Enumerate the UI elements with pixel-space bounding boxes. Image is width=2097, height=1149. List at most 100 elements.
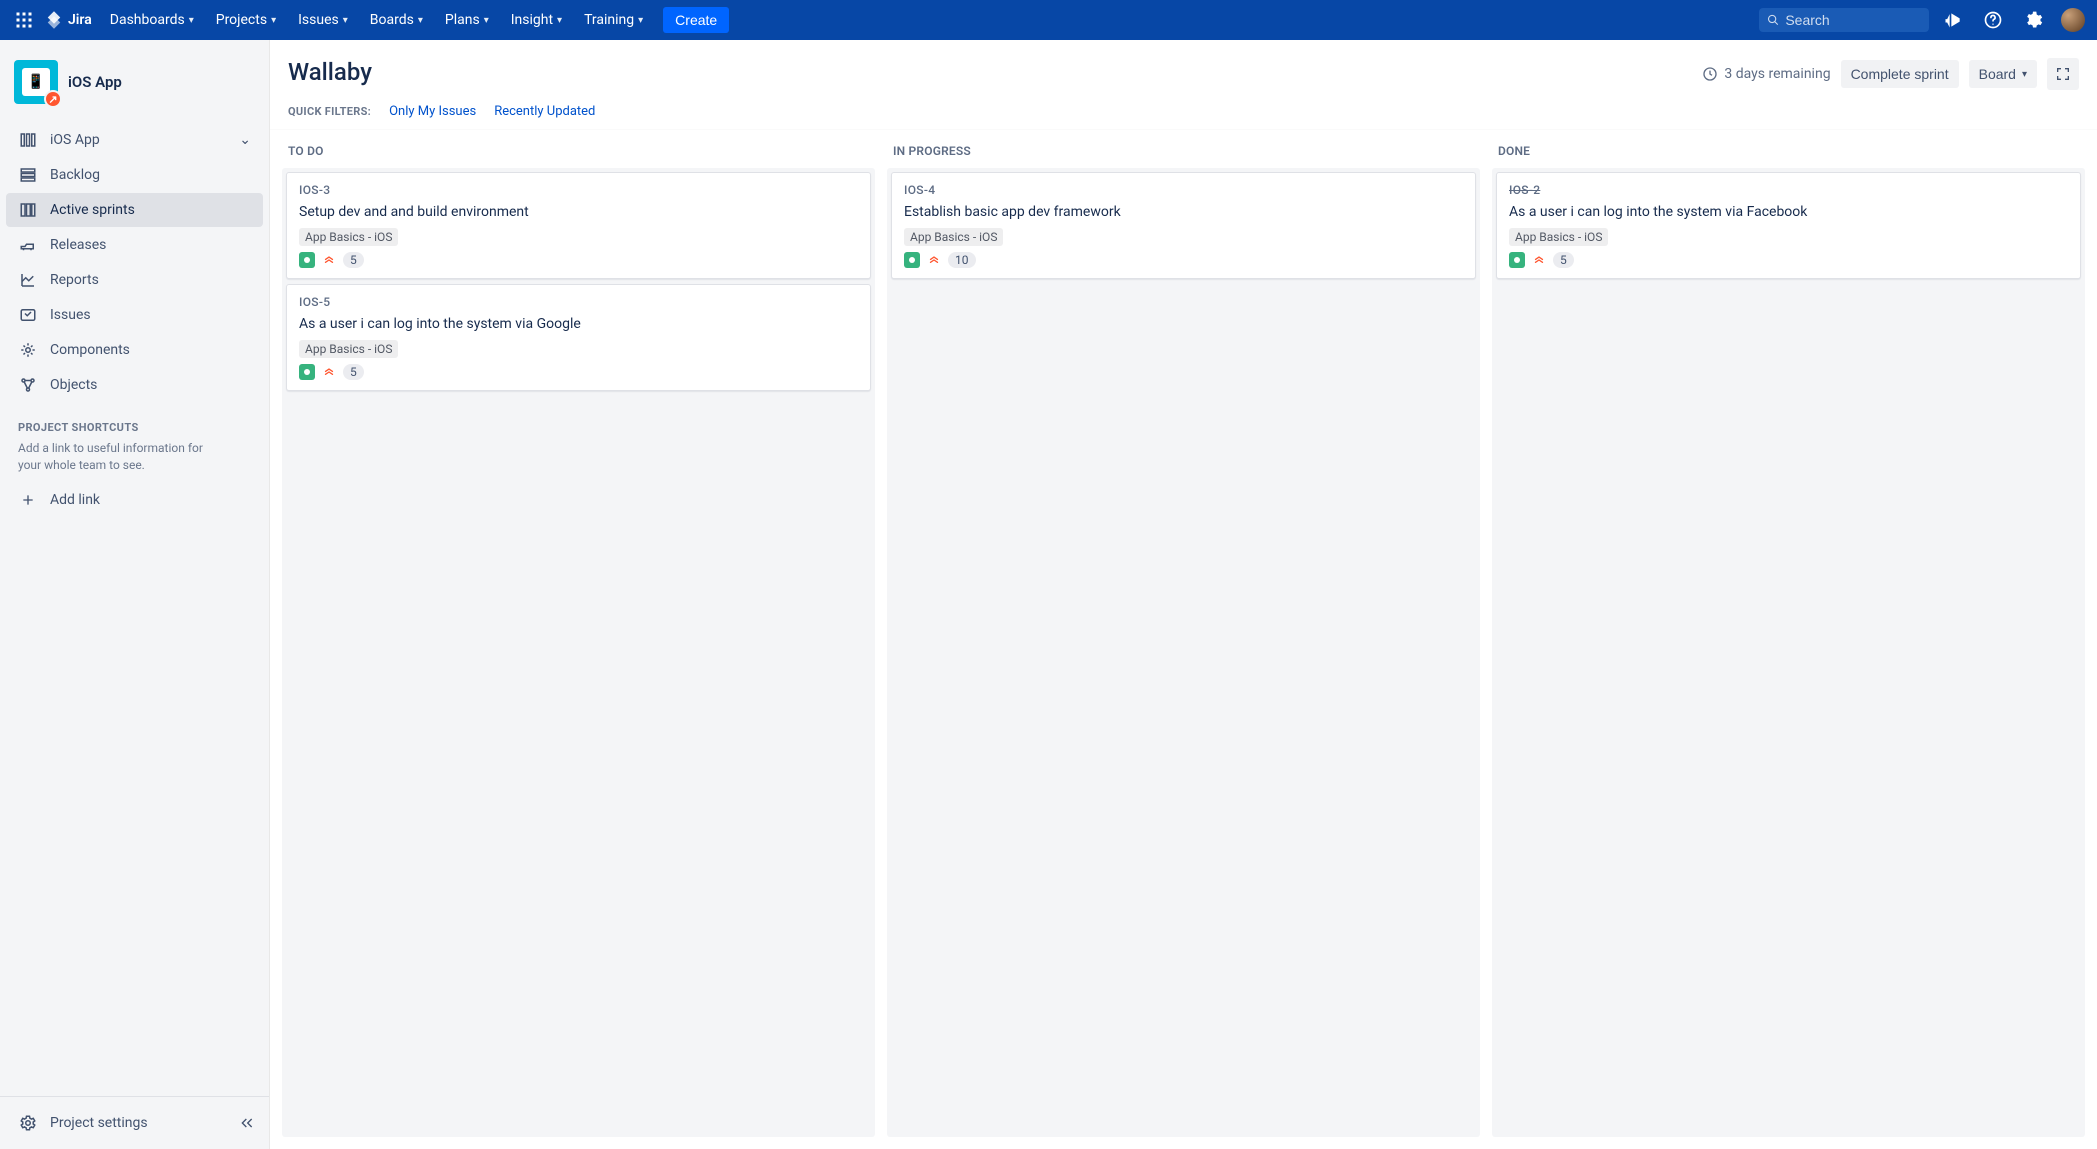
sidebar-item-components[interactable]: Components	[6, 333, 263, 367]
help-icon[interactable]	[1977, 4, 2009, 36]
sidebar-item-label: Releases	[50, 237, 106, 253]
story-type-icon	[299, 364, 315, 380]
settings-icon[interactable]	[2017, 4, 2049, 36]
board-menu-button[interactable]: Board ▾	[1969, 60, 2037, 88]
board-icon	[18, 130, 38, 150]
add-link-label: Add link	[50, 492, 100, 508]
issue-summary: As a user i can log into the system via …	[299, 315, 858, 334]
estimate-badge: 5	[343, 364, 364, 380]
epic-badge[interactable]: App Basics - iOS	[299, 228, 398, 246]
project-settings-button[interactable]: Project settings	[6, 1106, 231, 1140]
chevron-down-icon: ▾	[189, 15, 194, 26]
chevron-down-icon: ▾	[271, 15, 276, 26]
column-header: DONE	[1492, 138, 2085, 168]
sidebar-item-label: Backlog	[50, 167, 100, 183]
column-cards[interactable]: IOS-3 Setup dev and and build environment…	[282, 168, 875, 1137]
sidebar-item-label: Components	[50, 342, 130, 358]
column-header: TO DO	[282, 138, 875, 168]
search-box[interactable]	[1759, 8, 1929, 32]
column-cards[interactable]: IOS-4 Establish basic app dev framework Ap…	[887, 168, 1480, 1137]
board-column: IN PROGRESSIOS-4Establish basic app dev …	[887, 130, 1480, 1137]
estimate-badge: 5	[1553, 252, 1574, 268]
issue-key: IOS-3	[299, 183, 858, 197]
priority-high-icon	[1531, 252, 1547, 268]
complete-sprint-button[interactable]: Complete sprint	[1841, 60, 1959, 88]
issue-card[interactable]: IOS-5As a user i can log into the system…	[286, 284, 871, 391]
objects-icon	[18, 375, 38, 395]
collapse-sidebar-button[interactable]	[231, 1107, 263, 1139]
epic-badge[interactable]: App Basics - iOS	[904, 228, 1003, 246]
jira-logo[interactable]: Jira	[44, 10, 92, 30]
priority-high-icon	[321, 252, 337, 268]
epic-badge[interactable]: App Basics - iOS	[1509, 228, 1608, 246]
components-icon	[18, 340, 38, 360]
nav-projects[interactable]: Projects▾	[206, 6, 286, 34]
chevron-down-icon: ▾	[557, 15, 562, 26]
story-type-icon	[299, 252, 315, 268]
chevron-down-icon: ▾	[638, 15, 643, 26]
issue-card[interactable]: IOS-4 Establish basic app dev framework Ap…	[891, 172, 1476, 279]
nav-issues[interactable]: Issues▾	[288, 6, 358, 34]
nav-dashboards[interactable]: Dashboards▾	[100, 6, 204, 34]
issue-card[interactable]: IOS-3 Setup dev and and build environment…	[286, 172, 871, 279]
sidebar-item-active-sprints[interactable]: Active sprints	[6, 193, 263, 227]
backlog-icon	[18, 165, 38, 185]
board-columns: TO DO IOS-3 Setup dev and and build enviro…	[270, 130, 2097, 1149]
nav-training[interactable]: Training▾	[574, 6, 653, 34]
profile-avatar[interactable]	[2057, 4, 2089, 36]
feedback-icon[interactable]	[1937, 4, 1969, 36]
board-main: Wallaby 3 days remaining Complete sprint…	[270, 40, 2097, 1149]
issues-icon	[18, 305, 38, 325]
filters-label: QUICK FILTERS:	[288, 105, 371, 118]
fullscreen-button[interactable]	[2047, 58, 2079, 90]
create-button[interactable]: Create	[663, 7, 729, 33]
nav-boards[interactable]: Boards▾	[360, 6, 433, 34]
add-link-button[interactable]: Add link	[6, 483, 263, 517]
sidebar-item-releases[interactable]: Releases	[6, 228, 263, 262]
board-column: TO DO IOS-3 Setup dev and and build enviro…	[282, 130, 875, 1137]
nav-items: Dashboards▾ Projects▾ Issues▾ Boards▾ Pl…	[100, 6, 729, 34]
product-name: Jira	[68, 12, 92, 28]
nav-insight[interactable]: Insight▾	[501, 6, 572, 34]
project-settings-label: Project settings	[50, 1115, 148, 1131]
plus-icon	[18, 490, 38, 510]
issue-summary: Setup dev and and build environment	[299, 203, 858, 222]
filter-recently-updated[interactable]: Recently Updated	[494, 104, 595, 119]
chevron-down-icon: ⌄	[239, 132, 251, 148]
sidebar-item-label: Active sprints	[50, 202, 135, 218]
issue-summary: As a user i can log into the system via …	[1509, 203, 2068, 222]
sidebar-item-issues[interactable]: Issues	[6, 298, 263, 332]
issue-meta: 5	[299, 364, 858, 380]
story-type-icon	[1509, 252, 1525, 268]
sidebar-item-label: Issues	[50, 307, 91, 323]
sidebar-item-backlog[interactable]: Backlog	[6, 158, 263, 192]
app-switcher-icon[interactable]	[8, 4, 40, 36]
project-type-badge: ↗	[44, 90, 62, 108]
priority-high-icon	[926, 252, 942, 268]
top-nav: Jira Dashboards▾ Projects▾ Issues▾ Board…	[0, 0, 2097, 40]
issue-key: IOS-4	[904, 183, 1463, 197]
search-icon	[1767, 13, 1779, 27]
chevron-down-icon: ▾	[484, 15, 489, 26]
nav-plans[interactable]: Plans▾	[435, 6, 499, 34]
column-cards[interactable]: IOS-2As a user i can log into the system…	[1492, 168, 2085, 1137]
sidebar: 📱 ↗ iOS App iOS App ⌄ Backlog Active spr…	[0, 40, 270, 1149]
sidebar-item-objects[interactable]: Objects	[6, 368, 263, 402]
story-type-icon	[904, 252, 920, 268]
clock-icon	[1702, 66, 1718, 82]
releases-icon	[18, 235, 38, 255]
board-column: DONE IOS-2As a user i can log into the sy…	[1492, 130, 2085, 1137]
issue-card[interactable]: IOS-2As a user i can log into the system…	[1496, 172, 2081, 279]
shortcuts-heading: PROJECT SHORTCUTS	[6, 403, 263, 438]
search-input[interactable]	[1785, 12, 1921, 28]
quick-filters: QUICK FILTERS: Only My Issues Recently U…	[270, 90, 2097, 130]
chevron-down-icon: ▾	[2022, 69, 2027, 80]
issue-meta: 10	[904, 252, 1463, 268]
fullscreen-icon	[2055, 66, 2071, 82]
epic-badge[interactable]: App Basics - iOS	[299, 340, 398, 358]
filter-only-my-issues[interactable]: Only My Issues	[389, 104, 476, 119]
issue-meta: 5	[1509, 252, 2068, 268]
issue-summary: Establish basic app dev framework	[904, 203, 1463, 222]
sidebar-project-toggle[interactable]: iOS App ⌄	[6, 123, 263, 157]
sidebar-item-reports[interactable]: Reports	[6, 263, 263, 297]
